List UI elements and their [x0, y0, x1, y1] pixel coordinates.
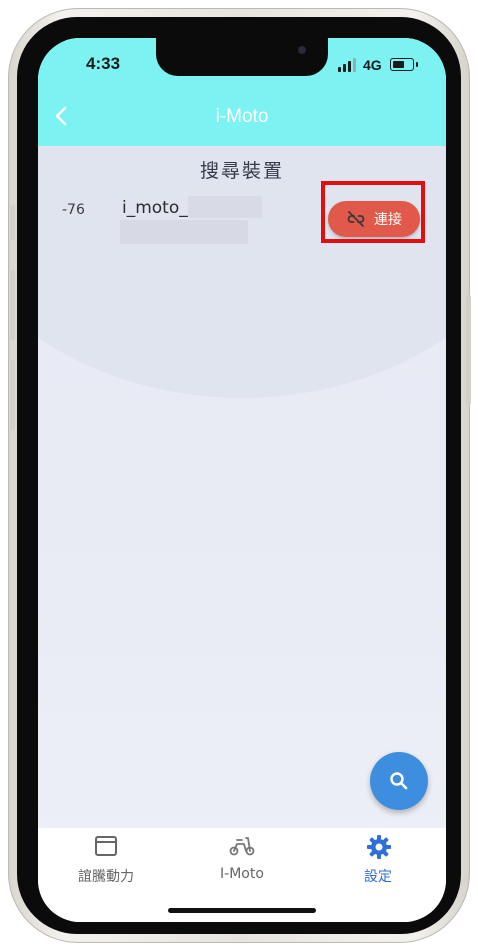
- app-screen: 4:33 4G i-Moto 搜尋裝置 -76 i_moto_ 連接 誼騰動力 …: [38, 38, 446, 922]
- device-rssi: -76: [62, 202, 85, 218]
- nav-label: I-Moto: [220, 866, 264, 882]
- scooter-icon: [229, 837, 255, 856]
- window-icon: [95, 836, 117, 856]
- signal-icon: [338, 58, 358, 72]
- app-bar: 4:33 4G i-Moto: [38, 38, 446, 146]
- volume-down-button: [10, 360, 15, 430]
- highlight-box: [321, 181, 425, 243]
- device-name: i_moto_: [122, 198, 188, 218]
- nav-item-settings[interactable]: 設定: [310, 828, 446, 922]
- status-time: 4:33: [86, 54, 121, 73]
- power-button: [466, 295, 471, 405]
- nav-label: 誼騰動力: [78, 869, 134, 885]
- network-type: 4G: [363, 57, 382, 73]
- search-icon: [390, 772, 408, 790]
- nav-item-yiteng[interactable]: 誼騰動力: [38, 828, 174, 922]
- search-devices-title: 搜尋裝置: [199, 160, 284, 182]
- redacted-name-part: [120, 220, 248, 244]
- nav-label: 設定: [364, 869, 392, 885]
- silent-switch: [10, 205, 15, 240]
- home-indicator: [168, 908, 316, 913]
- notch: [156, 38, 328, 76]
- gear-icon: [367, 835, 391, 859]
- volume-up-button: [10, 270, 15, 340]
- battery-level: [393, 61, 404, 68]
- front-camera: [298, 46, 306, 54]
- redacted-name-part: [188, 196, 262, 218]
- battery-icon: [390, 58, 418, 71]
- search-fab[interactable]: [370, 752, 428, 810]
- page-title: i-Moto: [215, 106, 269, 127]
